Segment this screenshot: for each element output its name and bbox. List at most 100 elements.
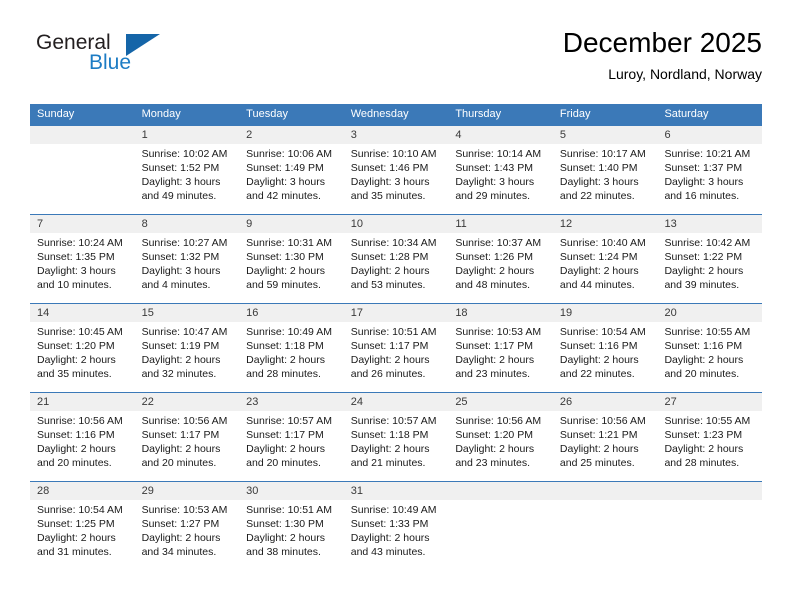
day-cell[interactable]: Sunrise: 10:21 AM Sunset: 1:37 PM Daylig… (657, 144, 762, 214)
day-cell[interactable]: Sunrise: 10:51 AM Sunset: 1:30 PM Daylig… (239, 500, 344, 570)
daylight-text-line2: and 31 minutes. (37, 546, 112, 558)
daylight-text-line2: and 4 minutes. (141, 279, 211, 291)
day-cell[interactable]: Sunrise: 10:24 AM Sunset: 1:35 PM Daylig… (30, 233, 135, 303)
sunset-text: Sunset: 1:17 PM (350, 340, 429, 352)
day-cell[interactable]: Sunrise: 10:31 AM Sunset: 1:30 PM Daylig… (239, 233, 344, 303)
week-content-row: Sunrise: 10:45 AM Sunset: 1:20 PM Daylig… (30, 322, 762, 392)
sunrise-text: Sunrise: 10:37 AM (455, 237, 542, 249)
day-cell[interactable]: Sunrise: 10:40 AM Sunset: 1:24 PM Daylig… (553, 233, 658, 303)
day-number: 10 (350, 218, 363, 230)
calendar-week-row: 21 22 23 24 25 26 27 Sunrise: 10:56 AM S… (30, 392, 762, 481)
daylight-text-line2: and 22 minutes. (559, 190, 635, 202)
day-cell[interactable]: Sunrise: 10:47 AM Sunset: 1:19 PM Daylig… (135, 322, 240, 392)
weekday-tuesday: Tuesday (246, 108, 288, 120)
sunset-text: Sunset: 1:19 PM (141, 340, 220, 352)
day-cell[interactable]: Sunrise: 10:49 AM Sunset: 1:18 PM Daylig… (239, 322, 344, 392)
week-daynumber-band: 1 2 3 4 5 6 (30, 126, 762, 144)
daylight-text-line1: Daylight: 2 hours (664, 443, 744, 455)
daylight-text-line2: and 16 minutes. (664, 190, 740, 202)
day-cell[interactable]: Sunrise: 10:57 AM Sunset: 1:17 PM Daylig… (239, 411, 344, 481)
daylight-text-line2: and 32 minutes. (141, 368, 217, 380)
daylight-text-line2: and 25 minutes. (559, 457, 635, 469)
sunset-text: Sunset: 1:20 PM (37, 340, 115, 352)
day-cell[interactable]: Sunrise: 10:53 AM Sunset: 1:27 PM Daylig… (135, 500, 240, 570)
day-cell[interactable]: Sunrise: 10:56 AM Sunset: 1:16 PM Daylig… (30, 411, 135, 481)
day-cell[interactable] (657, 500, 762, 570)
page-header: General Blue December 2025 Luroy, Nordla… (30, 26, 762, 98)
day-cell[interactable] (448, 500, 553, 570)
sunset-text: Sunset: 1:18 PM (350, 429, 429, 441)
daylight-text-line2: and 28 minutes. (664, 457, 740, 469)
day-cell[interactable]: Sunrise: 10:49 AM Sunset: 1:33 PM Daylig… (344, 500, 449, 570)
daylight-text-line1: Daylight: 2 hours (246, 265, 325, 277)
day-cell[interactable]: Sunrise: 10:27 AM Sunset: 1:32 PM Daylig… (135, 233, 240, 303)
day-cell[interactable]: Sunrise: 10:10 AM Sunset: 1:46 PM Daylig… (344, 144, 449, 214)
sunset-text: Sunset: 1:21 PM (559, 429, 638, 441)
sunset-text: Sunset: 1:23 PM (664, 429, 743, 441)
day-cell[interactable]: Sunrise: 10:37 AM Sunset: 1:26 PM Daylig… (448, 233, 553, 303)
day-cell[interactable]: Sunrise: 10:45 AM Sunset: 1:20 PM Daylig… (30, 322, 135, 392)
sunrise-text: Sunrise: 10:55 AM (664, 415, 751, 427)
day-cell[interactable]: Sunrise: 10:57 AM Sunset: 1:18 PM Daylig… (344, 411, 449, 481)
day-number: 16 (246, 307, 259, 319)
day-cell[interactable]: Sunrise: 10:51 AM Sunset: 1:17 PM Daylig… (344, 322, 449, 392)
day-cell[interactable]: Sunrise: 10:34 AM Sunset: 1:28 PM Daylig… (344, 233, 449, 303)
sunrise-text: Sunrise: 10:56 AM (559, 415, 646, 427)
sunrise-text: Sunrise: 10:49 AM (350, 504, 437, 516)
day-number: 22 (141, 396, 154, 408)
day-number (448, 482, 553, 500)
sunset-text: Sunset: 1:30 PM (246, 251, 324, 263)
day-cell[interactable]: Sunrise: 10:56 AM Sunset: 1:17 PM Daylig… (135, 411, 240, 481)
day-cell[interactable]: Sunrise: 10:55 AM Sunset: 1:23 PM Daylig… (657, 411, 762, 481)
daylight-text-line1: Daylight: 2 hours (350, 443, 430, 455)
daylight-text-line1: Daylight: 2 hours (141, 443, 221, 455)
page-title: December 2025 (562, 27, 762, 58)
logo-triangle-icon (126, 34, 160, 56)
daylight-text-line2: and 20 minutes. (246, 457, 321, 469)
sunset-text: Sunset: 1:17 PM (246, 429, 324, 441)
sunrise-text: Sunrise: 10:54 AM (559, 326, 646, 338)
day-number (30, 126, 135, 144)
day-cell[interactable]: Sunrise: 10:56 AM Sunset: 1:21 PM Daylig… (553, 411, 658, 481)
daylight-text-line1: Daylight: 2 hours (350, 265, 430, 277)
daylight-text-line2: and 34 minutes. (141, 546, 217, 558)
day-cell[interactable]: Sunrise: 10:17 AM Sunset: 1:40 PM Daylig… (553, 144, 658, 214)
day-number: 9 (246, 218, 253, 230)
daylight-text-line2: and 35 minutes. (350, 190, 426, 202)
day-cell[interactable] (553, 500, 658, 570)
sunrise-text: Sunrise: 10:53 AM (455, 326, 542, 338)
day-number: 19 (559, 307, 573, 319)
sunrise-text: Sunrise: 10:31 AM (246, 237, 332, 249)
day-number: 17 (350, 307, 363, 319)
day-cell[interactable]: Sunrise: 10:53 AM Sunset: 1:17 PM Daylig… (448, 322, 553, 392)
day-number: 2 (246, 129, 253, 141)
sunset-text: Sunset: 1:26 PM (455, 251, 533, 263)
day-cell[interactable]: Sunrise: 10:02 AM Sunset: 1:52 PM Daylig… (135, 144, 240, 214)
sunset-text: Sunset: 1:28 PM (350, 251, 429, 263)
daylight-text-line2: and 59 minutes. (246, 279, 321, 291)
daylight-text-line2: and 20 minutes. (141, 457, 217, 469)
day-cell[interactable]: Sunrise: 10:42 AM Sunset: 1:22 PM Daylig… (657, 233, 762, 303)
day-cell[interactable]: Sunrise: 10:14 AM Sunset: 1:43 PM Daylig… (448, 144, 553, 214)
day-cell[interactable]: Sunrise: 10:54 AM Sunset: 1:16 PM Daylig… (553, 322, 658, 392)
sunrise-text: Sunrise: 10:54 AM (37, 504, 123, 516)
day-cell[interactable]: Sunrise: 10:54 AM Sunset: 1:25 PM Daylig… (30, 500, 135, 570)
week-daynumber-band: 14 15 16 17 18 19 20 (30, 304, 762, 322)
sunrise-text: Sunrise: 10:14 AM (455, 148, 542, 160)
daylight-text-line1: Daylight: 3 hours (246, 176, 325, 188)
sunrise-text: Sunrise: 10:02 AM (141, 148, 228, 160)
daylight-text-line1: Daylight: 2 hours (455, 265, 535, 277)
week-daynumber-band: 28 29 30 31 (30, 482, 762, 500)
daylight-text-line1: Daylight: 2 hours (37, 443, 116, 455)
day-cell[interactable] (30, 144, 135, 214)
sunset-text: Sunset: 1:16 PM (664, 340, 743, 352)
day-cell[interactable]: Sunrise: 10:06 AM Sunset: 1:49 PM Daylig… (239, 144, 344, 214)
daylight-text-line2: and 28 minutes. (246, 368, 321, 380)
day-number: 24 (350, 396, 363, 408)
day-cell[interactable]: Sunrise: 10:56 AM Sunset: 1:20 PM Daylig… (448, 411, 553, 481)
daylight-text-line1: Daylight: 2 hours (141, 532, 221, 544)
daylight-text-line1: Daylight: 2 hours (246, 532, 325, 544)
week-daynumber-band: 7 8 9 10 11 12 13 (30, 215, 762, 233)
calendar-week-row: 28 29 30 31 Sunrise: 10:54 AM Sunset: 1:… (30, 481, 762, 570)
day-cell[interactable]: Sunrise: 10:55 AM Sunset: 1:16 PM Daylig… (657, 322, 762, 392)
